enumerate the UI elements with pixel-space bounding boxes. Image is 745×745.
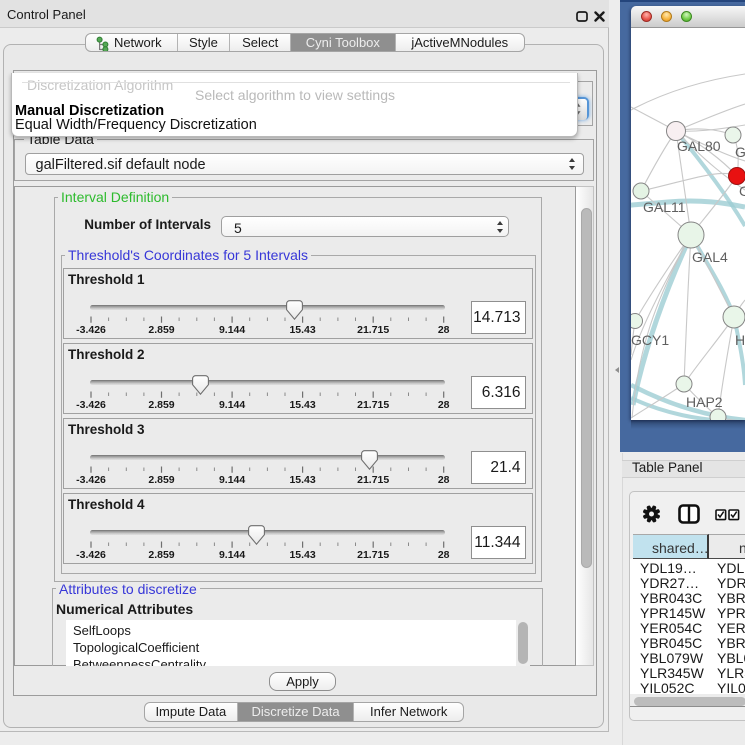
svg-text:H: H <box>735 332 745 348</box>
svg-text:HAP2: HAP2 <box>686 394 723 410</box>
svg-text:GAL11: GAL11 <box>643 199 686 215</box>
svg-text:C: C <box>739 183 745 199</box>
svg-text:GAL4: GAL4 <box>692 249 728 265</box>
svg-text:GCY1: GCY1 <box>631 332 669 348</box>
svg-text:GA: GA <box>735 144 745 160</box>
svg-text:GAL80: GAL80 <box>677 138 721 154</box>
